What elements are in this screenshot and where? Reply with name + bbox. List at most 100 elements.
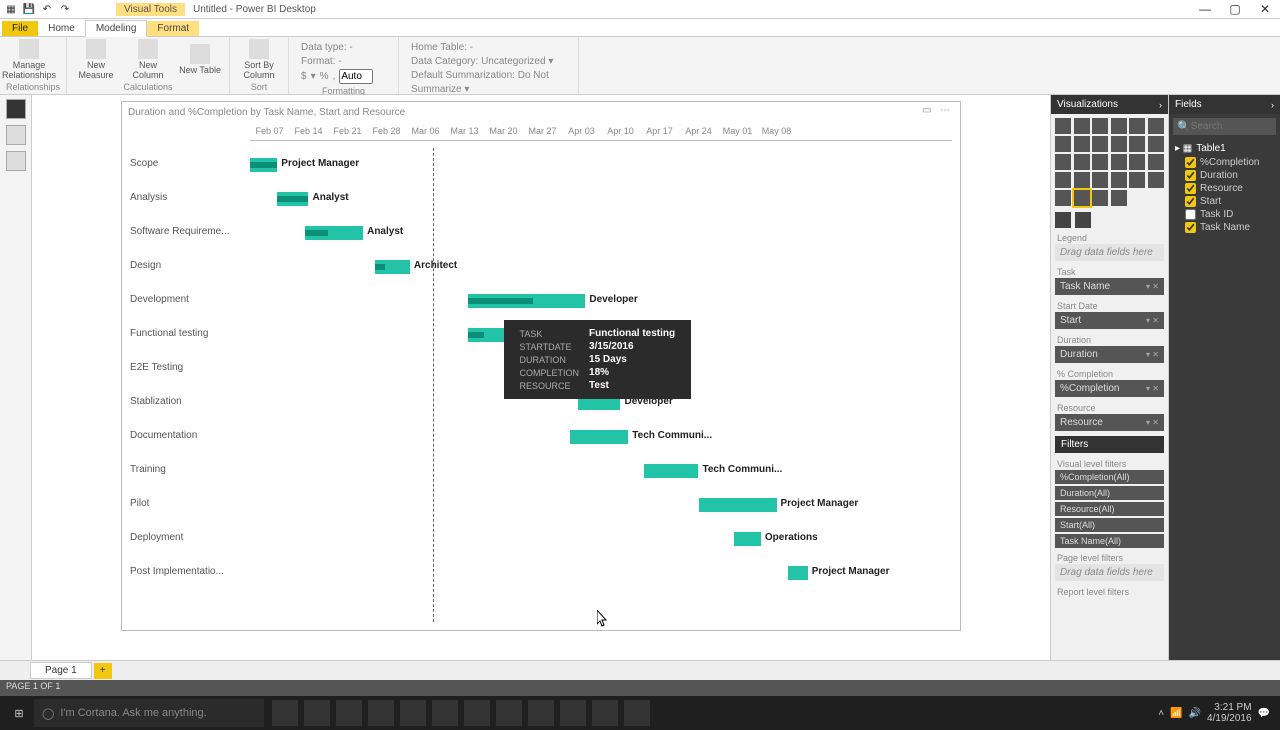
tab-modeling[interactable]: Modeling — [85, 20, 148, 37]
sort-by-column-button[interactable]: Sort By Column — [236, 39, 282, 81]
undo-icon[interactable]: ↶ — [40, 2, 54, 16]
viz-type-icon[interactable] — [1148, 172, 1164, 188]
well-start[interactable]: Start▾ ✕ — [1055, 312, 1164, 329]
gantt-bar[interactable] — [699, 498, 777, 512]
viz-type-icon[interactable] — [1148, 154, 1164, 170]
chrome-icon[interactable] — [432, 700, 458, 726]
skype-icon[interactable] — [528, 700, 554, 726]
field-duration[interactable]: Duration — [1175, 169, 1274, 182]
filter-duration[interactable]: Duration(All) — [1055, 486, 1164, 500]
well-resource[interactable]: Resource▾ ✕ — [1055, 414, 1164, 431]
viz-type-icon[interactable] — [1129, 172, 1145, 188]
field-completion[interactable]: %Completion — [1175, 156, 1274, 169]
fields-search-input[interactable] — [1191, 121, 1271, 132]
viz-type-icon[interactable] — [1074, 190, 1090, 206]
report-view-icon[interactable] — [6, 99, 26, 119]
gantt-bar[interactable] — [375, 260, 410, 274]
filter-taskname[interactable]: Task Name(All) — [1055, 534, 1164, 548]
viz-type-icon[interactable] — [1074, 118, 1090, 134]
viz-type-icon[interactable] — [1092, 136, 1108, 152]
viz-type-icon[interactable] — [1129, 154, 1145, 170]
well-legend[interactable]: Drag data fields here — [1055, 244, 1164, 261]
viz-type-icon[interactable] — [1092, 172, 1108, 188]
field-checkbox[interactable] — [1185, 170, 1196, 181]
save-icon[interactable]: 💾 — [22, 2, 36, 16]
field-checkbox[interactable] — [1185, 157, 1196, 168]
field-start[interactable]: Start — [1175, 195, 1274, 208]
notifications-icon[interactable]: 💬 — [1258, 708, 1270, 719]
volume-icon[interactable]: 🔊 — [1189, 708, 1201, 719]
taskview-icon[interactable] — [272, 700, 298, 726]
well-duration[interactable]: Duration▾ ✕ — [1055, 346, 1164, 363]
viz-type-icon[interactable] — [1111, 172, 1127, 188]
format-label[interactable]: Format: - — [301, 55, 386, 69]
gantt-bar[interactable] — [250, 158, 277, 172]
powerbi-icon[interactable] — [560, 700, 586, 726]
viz-type-icon[interactable] — [1055, 190, 1071, 206]
close-button[interactable]: ✕ — [1250, 0, 1280, 19]
table-node[interactable]: ▸ ▦Table1 — [1175, 141, 1274, 156]
page-filters-well[interactable]: Drag data fields here — [1055, 564, 1164, 581]
gantt-bar[interactable] — [277, 192, 308, 206]
field-checkbox[interactable] — [1185, 209, 1196, 220]
filter-resource[interactable]: Resource(All) — [1055, 502, 1164, 516]
viz-type-icon[interactable] — [1111, 190, 1127, 206]
data-view-icon[interactable] — [6, 125, 26, 145]
new-measure-button[interactable]: New Measure — [73, 39, 119, 81]
gantt-bar[interactable] — [734, 532, 761, 546]
fields-search[interactable]: 🔍 — [1173, 118, 1276, 135]
page-tab[interactable]: Page 1 — [30, 662, 92, 679]
hometable-label[interactable]: Home Table: - — [411, 41, 566, 55]
viz-type-icon[interactable] — [1111, 118, 1127, 134]
explorer-icon[interactable] — [336, 700, 362, 726]
cortana-search[interactable]: ◯I'm Cortana. Ask me anything. — [34, 699, 264, 727]
add-page-button[interactable]: + — [94, 663, 112, 679]
field-checkbox[interactable] — [1185, 222, 1196, 233]
well-completion[interactable]: %Completion▾ ✕ — [1055, 380, 1164, 397]
decimals-input[interactable] — [339, 69, 373, 84]
viz-type-icon[interactable] — [1111, 136, 1127, 152]
chevron-right-icon[interactable]: › — [1159, 100, 1162, 110]
focus-mode-icon[interactable]: ▭ — [922, 105, 936, 119]
datatype-label[interactable]: Data type: - — [301, 41, 386, 55]
gantt-bar[interactable] — [305, 226, 364, 240]
gantt-visual[interactable]: Duration and %Completion by Task Name, S… — [121, 101, 961, 631]
viz-type-icon[interactable] — [1074, 154, 1090, 170]
gantt-bar[interactable] — [788, 566, 808, 580]
viz-type-icon[interactable] — [1148, 136, 1164, 152]
more-options-icon[interactable]: ⋯ — [940, 105, 954, 119]
app-icon[interactable] — [624, 700, 650, 726]
viz-type-icon[interactable] — [1129, 136, 1145, 152]
gantt-bar[interactable] — [468, 294, 585, 308]
viz-type-icon[interactable] — [1129, 118, 1145, 134]
format-mode-icon[interactable] — [1075, 212, 1091, 228]
report-canvas[interactable]: Duration and %Completion by Task Name, S… — [32, 95, 1050, 660]
new-column-button[interactable]: New Column — [125, 39, 171, 81]
filter-completion[interactable]: %Completion(All) — [1055, 470, 1164, 484]
datacat-label[interactable]: Data Category: Uncategorized ▾ — [411, 55, 566, 69]
gantt-bar[interactable] — [644, 464, 699, 478]
tab-home[interactable]: Home — [38, 21, 85, 36]
viz-type-icon[interactable] — [1111, 154, 1127, 170]
app-icon[interactable] — [592, 700, 618, 726]
viz-type-icon[interactable] — [1092, 190, 1108, 206]
viz-type-icon[interactable] — [1074, 136, 1090, 152]
tray-chevron-icon[interactable]: ˄ — [1158, 708, 1164, 719]
field-taskname[interactable]: Task Name — [1175, 221, 1274, 234]
mail-icon[interactable] — [496, 700, 522, 726]
field-resource[interactable]: Resource — [1175, 182, 1274, 195]
store-icon[interactable] — [368, 700, 394, 726]
viz-type-icon[interactable] — [1092, 118, 1108, 134]
manage-relationships-button[interactable]: Manage Relationships — [6, 39, 52, 81]
chevron-right-icon[interactable]: › — [1271, 100, 1274, 110]
fields-mode-icon[interactable] — [1055, 212, 1071, 228]
well-task[interactable]: Task Name▾ ✕ — [1055, 278, 1164, 295]
new-table-button[interactable]: New Table — [177, 39, 223, 81]
viz-type-icon[interactable] — [1092, 154, 1108, 170]
summarization-label[interactable]: Default Summarization: Do Not Summarize … — [411, 69, 566, 97]
field-checkbox[interactable] — [1185, 196, 1196, 207]
viz-type-icon[interactable] — [1055, 172, 1071, 188]
fields-panel-header[interactable]: Fields› — [1169, 95, 1280, 114]
viz-type-icon[interactable] — [1055, 136, 1071, 152]
field-checkbox[interactable] — [1185, 183, 1196, 194]
